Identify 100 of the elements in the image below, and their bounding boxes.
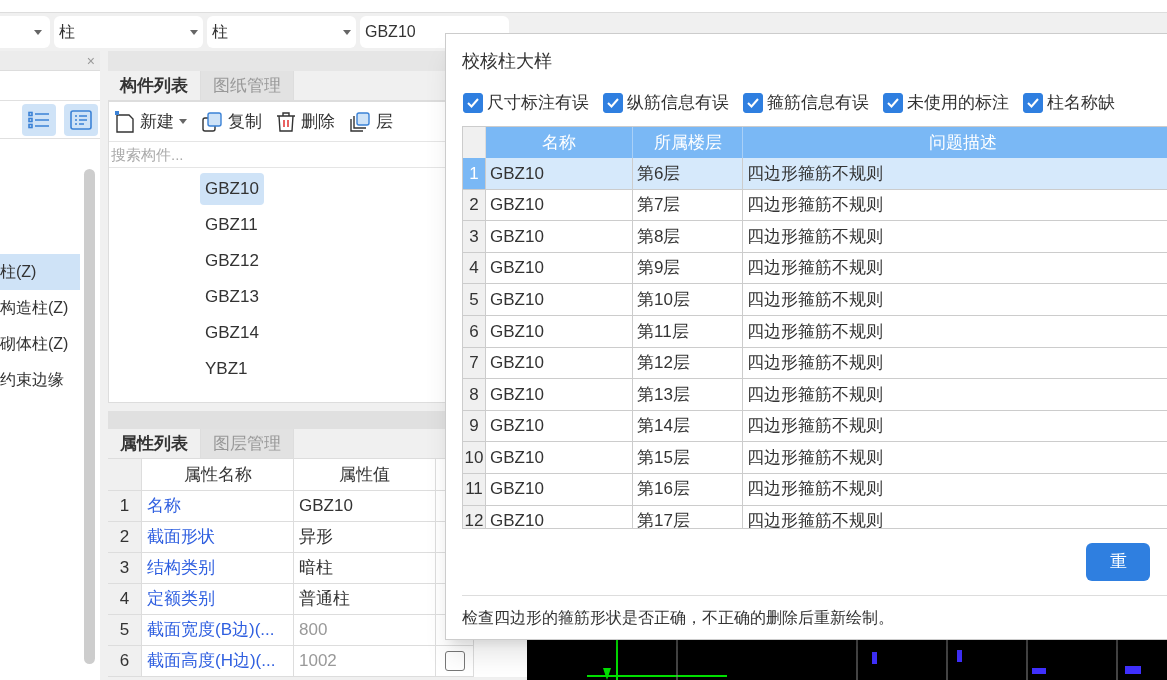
list-item[interactable]: YBZ1	[200, 353, 253, 385]
table-cell: 四边形箍筋不规则	[743, 221, 1167, 253]
copy-icon	[201, 110, 223, 133]
dropdown[interactable]: 柱	[207, 16, 356, 48]
list-item[interactable]: GBZ12	[200, 245, 264, 277]
row-number: 3	[463, 221, 486, 253]
table-row[interactable]: 7 GBZ10 第12层 四边形箍筋不规则	[463, 347, 1167, 380]
list-item[interactable]: GBZ10	[200, 173, 264, 205]
checkmark-icon	[606, 96, 620, 110]
caret-icon	[190, 29, 198, 35]
table-cell: GBZ10	[486, 221, 633, 253]
row-number: 6	[108, 646, 142, 677]
table-row[interactable]: 5 GBZ10 第10层 四边形箍筋不规则	[463, 284, 1167, 316]
row-number: 2	[108, 522, 142, 553]
table-row[interactable]: 8 GBZ10 第13层 四边形箍筋不规则	[463, 379, 1167, 411]
checkmark-icon	[1026, 96, 1040, 110]
dropdown[interactable]: 柱	[54, 16, 203, 48]
checkbox[interactable]: 箍筋信息有误	[743, 90, 869, 116]
toolbar-button[interactable]: 删除	[276, 108, 335, 135]
checkbox[interactable]: 柱名称缺	[1023, 90, 1115, 116]
layers-icon	[349, 110, 371, 133]
checkmark-icon	[466, 96, 480, 110]
row-number: 5	[108, 615, 142, 646]
table-row[interactable]: 4 GBZ10 第9层 四边形箍筋不规则	[463, 252, 1167, 285]
table-row[interactable]: 3 GBZ10 第8层 四边形箍筋不规则	[463, 221, 1167, 253]
toolbar-button[interactable]: 层	[349, 108, 393, 135]
detail-view-button[interactable]	[64, 103, 98, 136]
table-cell: GBZ10	[486, 379, 633, 411]
list-item[interactable]: GBZ11	[200, 209, 263, 241]
checkbox[interactable]: 纵筋信息有误	[603, 90, 729, 116]
header-corner	[463, 127, 486, 158]
table-cell: 第11层	[633, 315, 743, 348]
checkbox[interactable]: 未使用的标注	[883, 90, 1009, 116]
table-cell: GBZ10	[486, 505, 633, 528]
checkmark-icon	[746, 96, 760, 110]
caret-icon	[343, 29, 351, 35]
table-cell: GBZ10	[486, 473, 633, 506]
row-number: 4	[463, 252, 486, 285]
table-cell: GBZ10	[486, 284, 633, 316]
table-cell: GBZ10	[486, 158, 633, 190]
toolbar-button[interactable]: 复制	[201, 108, 262, 135]
table-cell: 四边形箍筋不规则	[743, 158, 1167, 190]
table-cell: 第15层	[633, 442, 743, 474]
action-button[interactable]: 重	[1086, 543, 1150, 581]
row-number: 1	[108, 491, 142, 522]
table-cell: 四边形箍筋不规则	[743, 505, 1167, 528]
table-row[interactable]: 1 GBZ10 第6层 四边形箍筋不规则	[463, 158, 1167, 190]
row-number: 10	[463, 442, 486, 474]
table-cell: 第16层	[633, 473, 743, 506]
list-item[interactable]: GBZ13	[200, 281, 264, 313]
row-number: 5	[463, 284, 486, 316]
table-row[interactable]: 10 GBZ10 第15层 四边形箍筋不规则	[463, 442, 1167, 474]
list-view-button[interactable]	[22, 103, 56, 136]
row-number: 6	[463, 315, 486, 348]
column-header: 名称	[486, 127, 633, 158]
table-cell: 第10层	[633, 284, 743, 316]
trash-icon	[276, 110, 296, 133]
table-row[interactable]: 9 GBZ10 第14层 四边形箍筋不规则	[463, 410, 1167, 443]
row-number: 3	[108, 553, 142, 584]
list-icon	[28, 110, 50, 129]
table-row[interactable]: 6 GBZ10 第11层 四边形箍筋不规则	[463, 315, 1167, 348]
property-name: 截面高度(H边)(...	[142, 646, 294, 677]
caret-icon	[179, 119, 187, 124]
tree-item[interactable]: 约束边缘	[0, 362, 80, 398]
table-cell: 第8层	[633, 221, 743, 253]
tree-item[interactable]: 构造柱(Z)	[0, 290, 80, 326]
table-cell: 第13层	[633, 379, 743, 411]
table-cell: 第6层	[633, 158, 743, 190]
tree-item[interactable]: 砌体柱(Z)	[0, 326, 80, 362]
column-header: 所属楼层	[633, 127, 743, 158]
table-row[interactable]: 2 GBZ10 第7层 四边形箍筋不规则	[463, 189, 1167, 222]
row-number: 9	[463, 410, 486, 443]
toolbar-button[interactable]: 新建	[115, 108, 187, 135]
row-number: 11	[463, 473, 486, 506]
table-cell: GBZ10	[486, 315, 633, 348]
tree-item[interactable]: 柱(Z)	[0, 254, 80, 290]
hint-text: 检查四边形的箍筋形状是否正确，不正确的删除后重新绘制。	[461, 608, 895, 628]
details-icon	[70, 109, 92, 130]
table-cell: 四边形箍筋不规则	[743, 315, 1167, 348]
table-row[interactable]: 11 GBZ10 第16层 四边形箍筋不规则	[463, 473, 1167, 506]
row-number: 7	[463, 347, 486, 380]
row-number: 4	[108, 584, 142, 615]
table-cell: 四边形箍筋不规则	[743, 284, 1167, 316]
table-cell: 第17层	[633, 505, 743, 528]
checkmark-icon	[886, 96, 900, 110]
row-number: 2	[463, 189, 486, 222]
table-cell: GBZ10	[486, 442, 633, 474]
column-header: 问题描述	[743, 127, 1167, 158]
new-file-icon	[115, 110, 135, 133]
dialog-title: 校核柱大样	[461, 49, 553, 73]
list-item[interactable]: GBZ14	[200, 317, 264, 349]
table-cell: 四边形箍筋不规则	[743, 379, 1167, 411]
row-number: 8	[463, 379, 486, 411]
caret-icon	[34, 29, 42, 35]
scrollbar[interactable]	[84, 169, 95, 664]
table-cell: 四边形箍筋不规则	[743, 442, 1167, 474]
row-number: 1	[463, 158, 486, 190]
checkbox[interactable]: 尺寸标注有误	[463, 90, 589, 116]
row-number: 12	[463, 505, 486, 528]
table-cell: 四边形箍筋不规则	[743, 473, 1167, 506]
